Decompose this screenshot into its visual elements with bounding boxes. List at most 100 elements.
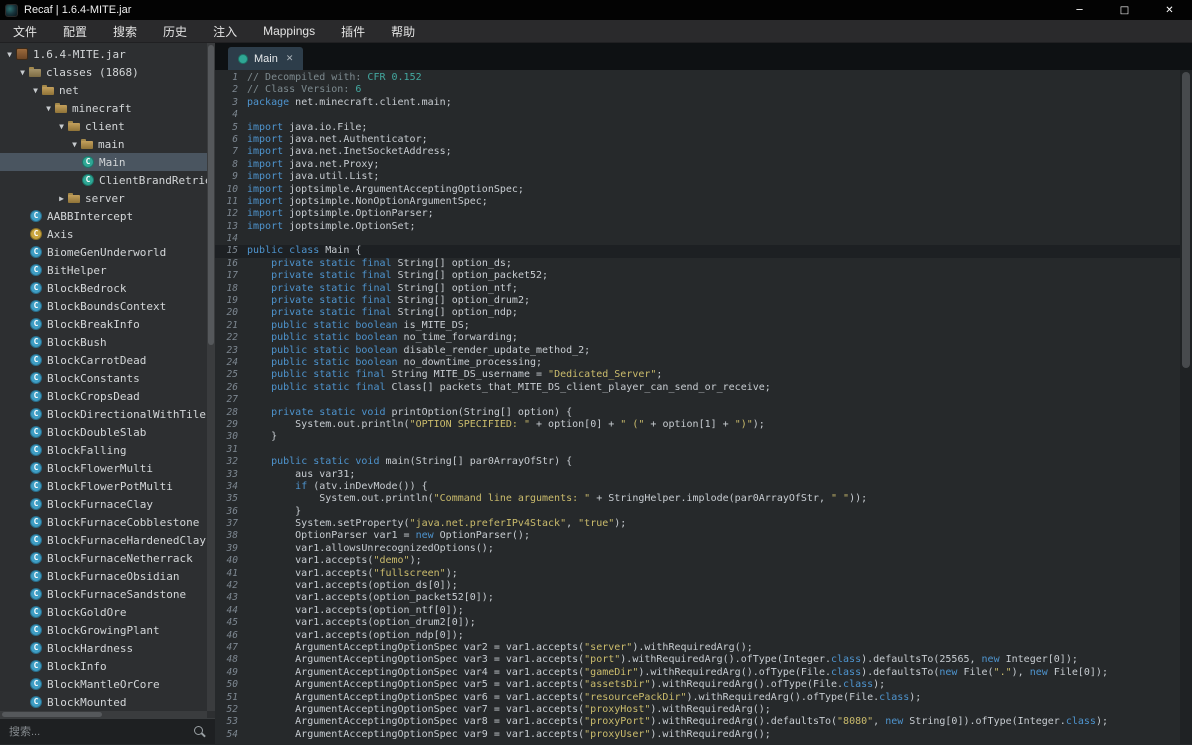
code-line-46[interactable]: 46 var1.accepts(option_ndp[0]); xyxy=(215,630,1180,642)
menu-item-6[interactable]: 插件 xyxy=(328,20,378,42)
code-line-24[interactable]: 24 public static boolean no_downtime_pro… xyxy=(215,357,1180,369)
menu-item-3[interactable]: 历史 xyxy=(150,20,200,42)
editor-vertical-scrollbar[interactable] xyxy=(1180,70,1192,744)
code-line-17[interactable]: 17 private static final String[] option_… xyxy=(215,270,1180,282)
code-line-21[interactable]: 21 public static boolean is_MITE_DS; xyxy=(215,320,1180,332)
tree-item-blockboundscontext[interactable]: BlockBoundsContext xyxy=(0,297,207,315)
tree-item-blockhardness[interactable]: BlockHardness xyxy=(0,639,207,657)
code-line-15[interactable]: 15 public class Main { xyxy=(215,245,1180,258)
collapse-arrow-icon[interactable]: ▼ xyxy=(69,140,80,149)
sidebar-horizontal-scrollbar[interactable] xyxy=(0,711,207,718)
code-line-2[interactable]: 2 // Class Version: 6 xyxy=(215,84,1180,96)
tree-item-server[interactable]: ▶ server xyxy=(0,189,207,207)
code-line-48[interactable]: 48 ArgumentAcceptingOptionSpec var3 = va… xyxy=(215,654,1180,666)
code-line-22[interactable]: 22 public static boolean no_time_forward… xyxy=(215,332,1180,344)
code-line-9[interactable]: 9 import java.util.List; xyxy=(215,171,1180,183)
code-line-14[interactable]: 14 xyxy=(215,233,1180,245)
code-line-5[interactable]: 5 import java.io.File; xyxy=(215,122,1180,134)
code-line-4[interactable]: 4 xyxy=(215,109,1180,121)
code-line-38[interactable]: 38 OptionParser var1 = new OptionParser(… xyxy=(215,530,1180,542)
maximize-button[interactable]: □ xyxy=(1102,0,1147,20)
tab-main[interactable]: Main ✕ xyxy=(228,47,304,70)
code-line-43[interactable]: 43 var1.accepts(option_packet52[0]); xyxy=(215,592,1180,604)
tree-item-classes-1868-[interactable]: ▼ classes (1868) xyxy=(0,63,207,81)
code-line-50[interactable]: 50 ArgumentAcceptingOptionSpec var5 = va… xyxy=(215,679,1180,691)
tree-search-input[interactable] xyxy=(9,725,193,738)
collapse-arrow-icon[interactable]: ▼ xyxy=(17,68,28,77)
code-line-26[interactable]: 26 public static final Class[] packets_t… xyxy=(215,382,1180,394)
menu-item-0[interactable]: 文件 xyxy=(0,20,50,42)
tree-item-blockbedrock[interactable]: BlockBedrock xyxy=(0,279,207,297)
menu-item-1[interactable]: 配置 xyxy=(50,20,100,42)
decompiled-code-view[interactable]: 1 // Decompiled with: CFR 0.152 2 // Class … xyxy=(215,70,1180,744)
code-line-12[interactable]: 12 import joptsimple.OptionParser; xyxy=(215,208,1180,220)
tree-item-blockfurnacesandstone[interactable]: BlockFurnaceSandstone xyxy=(0,585,207,603)
tree-item-blockfurnacehardenedclay[interactable]: BlockFurnaceHardenedClay xyxy=(0,531,207,549)
tree-item-main[interactable]: Main xyxy=(0,153,207,171)
tree-item-minecraft[interactable]: ▼ minecraft xyxy=(0,99,207,117)
sidebar-vertical-scrollbar[interactable] xyxy=(207,43,215,711)
code-line-18[interactable]: 18 private static final String[] option_… xyxy=(215,283,1180,295)
code-line-34[interactable]: 34 if (atv.inDevMode()) { xyxy=(215,481,1180,493)
code-line-27[interactable]: 27 xyxy=(215,394,1180,406)
code-line-45[interactable]: 45 var1.accepts(option_drum2[0]); xyxy=(215,617,1180,629)
tab-close-icon[interactable]: ✕ xyxy=(286,54,294,64)
code-line-49[interactable]: 49 ArgumentAcceptingOptionSpec var4 = va… xyxy=(215,667,1180,679)
code-line-11[interactable]: 11 import joptsimple.NonOptionArgumentSpe… xyxy=(215,196,1180,208)
tree-item-biomegenunderworld[interactable]: BiomeGenUnderworld xyxy=(0,243,207,261)
tree-item-blockfurnaceclay[interactable]: BlockFurnaceClay xyxy=(0,495,207,513)
menu-item-2[interactable]: 搜索 xyxy=(100,20,150,42)
code-line-10[interactable]: 10 import joptsimple.ArgumentAcceptingOpt… xyxy=(215,184,1180,196)
tree-item-blockgrowingplant[interactable]: BlockGrowingPlant xyxy=(0,621,207,639)
code-line-13[interactable]: 13 import joptsimple.OptionSet; xyxy=(215,221,1180,233)
collapse-arrow-icon[interactable]: ▼ xyxy=(43,104,54,113)
tree-item-clientbrandretriever[interactable]: ClientBrandRetriever xyxy=(0,171,207,189)
close-button[interactable]: ✕ xyxy=(1147,0,1192,20)
code-line-28[interactable]: 28 private static void printOption(Strin… xyxy=(215,407,1180,419)
code-line-37[interactable]: 37 System.setProperty("java.net.preferIP… xyxy=(215,518,1180,530)
tree-item-blockcropsdead[interactable]: BlockCropsDead xyxy=(0,387,207,405)
code-line-29[interactable]: 29 System.out.println("OPTION SPECIFIED:… xyxy=(215,419,1180,431)
tree-item-blockbush[interactable]: BlockBush xyxy=(0,333,207,351)
code-line-40[interactable]: 40 var1.accepts("demo"); xyxy=(215,555,1180,567)
tree-item-blockdoubleslab[interactable]: BlockDoubleSlab xyxy=(0,423,207,441)
tree-item-blockflowerpotmulti[interactable]: BlockFlowerPotMulti xyxy=(0,477,207,495)
tree-item-bithelper[interactable]: BitHelper xyxy=(0,261,207,279)
tree-item-blockmounted[interactable]: BlockMounted xyxy=(0,693,207,711)
tree-item-client[interactable]: ▼ client xyxy=(0,117,207,135)
minimize-button[interactable]: ─ xyxy=(1057,0,1102,20)
code-line-42[interactable]: 42 var1.accepts(option_ds[0]); xyxy=(215,580,1180,592)
code-line-20[interactable]: 20 private static final String[] option_… xyxy=(215,307,1180,319)
code-line-7[interactable]: 7 import java.net.InetSocketAddress; xyxy=(215,146,1180,158)
code-line-33[interactable]: 33 aus var31; xyxy=(215,469,1180,481)
collapse-arrow-icon[interactable]: ▼ xyxy=(4,50,15,59)
code-line-1[interactable]: 1 // Decompiled with: CFR 0.152 xyxy=(215,72,1180,84)
tree-item-blockmantleorcore[interactable]: BlockMantleOrCore xyxy=(0,675,207,693)
tree-item-blockconstants[interactable]: BlockConstants xyxy=(0,369,207,387)
tree-item-axis[interactable]: Axis xyxy=(0,225,207,243)
tree-item-blockinfo[interactable]: BlockInfo xyxy=(0,657,207,675)
tree-item-blockfurnacenetherrack[interactable]: BlockFurnaceNetherrack xyxy=(0,549,207,567)
tree-item-blockflowermulti[interactable]: BlockFlowerMulti xyxy=(0,459,207,477)
code-line-31[interactable]: 31 xyxy=(215,444,1180,456)
tree-item-blockfurnacecobblestone[interactable]: BlockFurnaceCobblestone xyxy=(0,513,207,531)
menu-item-7[interactable]: 帮助 xyxy=(378,20,428,42)
code-line-41[interactable]: 41 var1.accepts("fullscreen"); xyxy=(215,568,1180,580)
tree-item-net[interactable]: ▼ net xyxy=(0,81,207,99)
code-line-54[interactable]: 54 ArgumentAcceptingOptionSpec var9 = va… xyxy=(215,729,1180,741)
tree-item-blockcarrotdead[interactable]: BlockCarrotDead xyxy=(0,351,207,369)
code-line-6[interactable]: 6 import java.net.Authenticator; xyxy=(215,134,1180,146)
tree-item-main[interactable]: ▼ main xyxy=(0,135,207,153)
code-line-16[interactable]: 16 private static final String[] option_… xyxy=(215,258,1180,270)
code-line-25[interactable]: 25 public static final String MITE_DS_us… xyxy=(215,369,1180,381)
code-line-36[interactable]: 36 } xyxy=(215,506,1180,518)
code-line-44[interactable]: 44 var1.accepts(option_ntf[0]); xyxy=(215,605,1180,617)
menu-item-4[interactable]: 注入 xyxy=(200,20,250,42)
code-line-47[interactable]: 47 ArgumentAcceptingOptionSpec var2 = va… xyxy=(215,642,1180,654)
code-line-53[interactable]: 53 ArgumentAcceptingOptionSpec var8 = va… xyxy=(215,716,1180,728)
code-line-35[interactable]: 35 System.out.println("Command line argu… xyxy=(215,493,1180,505)
tree-item-blockdirectionalwithtileen[interactable]: BlockDirectionalWithTileEn xyxy=(0,405,207,423)
code-line-3[interactable]: 3 package net.minecraft.client.main; xyxy=(215,97,1180,109)
code-line-19[interactable]: 19 private static final String[] option_… xyxy=(215,295,1180,307)
menu-item-5[interactable]: Mappings xyxy=(250,20,328,42)
